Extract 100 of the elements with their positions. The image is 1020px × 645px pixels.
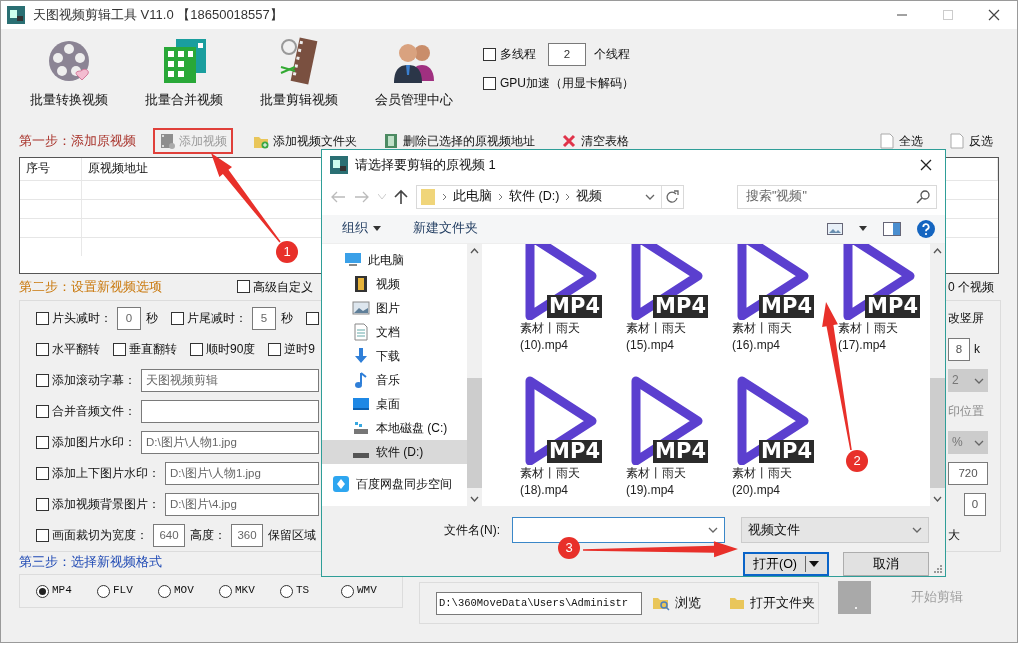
command-button[interactable]: 组织 <box>340 219 383 239</box>
open-button[interactable]: 打开(O) <box>743 552 829 576</box>
scroll-down-icon <box>933 496 942 502</box>
text-field[interactable]: D:\图片\4.jpg <box>165 493 319 516</box>
window-title: 天图视频剪辑工具 V11.0 【18650018557】 <box>33 7 283 23</box>
folder-icon <box>420 188 436 206</box>
checkbox-label: GPU加速（用显卡解码） <box>500 76 634 91</box>
nav-item[interactable]: 本地磁盘 (C:) <box>322 416 467 440</box>
text-field[interactable]: 8 <box>948 338 970 361</box>
nav-item[interactable]: 图片 <box>322 296 467 320</box>
text-field[interactable]: 720 <box>948 462 988 485</box>
nav-item[interactable]: 文档 <box>322 320 467 344</box>
breadcrumb-item[interactable]: 此电脑 <box>453 189 492 205</box>
chevron-down-icon <box>708 527 718 533</box>
nav-item[interactable]: 视频 <box>322 272 467 296</box>
search-field[interactable]: 搜索"视频" <box>737 185 937 209</box>
radio-button[interactable] <box>97 584 110 598</box>
help-icon[interactable] <box>917 219 935 238</box>
checkbox[interactable] <box>483 76 496 90</box>
text-field[interactable] <box>141 400 319 423</box>
nav-item[interactable]: 此电脑 <box>322 248 467 272</box>
browse-button[interactable]: 浏览 <box>650 593 703 613</box>
text-field[interactable]: D:\图片\人物1.jpg <box>141 431 319 454</box>
cancel-button[interactable]: 取消 <box>843 552 929 576</box>
clear-button[interactable]: 清空表格 <box>555 128 635 154</box>
breadcrumb-item[interactable]: 软件 (D:) <box>509 189 560 205</box>
checkbox[interactable] <box>36 529 49 542</box>
section-title: 第一步：添加原视频 <box>19 133 137 149</box>
checkbox[interactable] <box>36 312 49 325</box>
scrollbar[interactable] <box>467 244 482 506</box>
file-item[interactable]: MP4 素材丨雨天 (20).mp4 <box>712 375 818 506</box>
nav-item[interactable]: 桌面 <box>322 392 467 416</box>
film-icon <box>159 133 175 149</box>
breadcrumb-item[interactable]: 视频 <box>576 189 603 205</box>
file-name: 素材丨雨天 (17).mp4 <box>838 320 899 354</box>
text-field[interactable]: 360 <box>231 524 263 547</box>
caret-down-icon <box>373 226 381 232</box>
address-bar[interactable]: 此电脑 软件 (D:) 视频 <box>416 185 684 209</box>
radio-button[interactable] <box>280 584 293 598</box>
command-button[interactable]: 新建文件夹 <box>411 219 480 239</box>
radio-label: MP4 <box>52 584 72 598</box>
file-name-field[interactable] <box>512 517 725 543</box>
nav-item[interactable]: 软件 (D:) <box>322 440 467 464</box>
checkbox[interactable] <box>483 48 496 61</box>
text-field[interactable]: 640 <box>153 524 185 547</box>
checkbox[interactable] <box>36 498 49 511</box>
checkbox[interactable] <box>36 405 49 418</box>
text-field[interactable]: 0 <box>964 493 986 516</box>
file-item[interactable]: MP4 素材丨雨天 (16).mp4 <box>712 244 818 375</box>
checkbox[interactable] <box>36 343 49 356</box>
nav-item[interactable]: 百度网盘同步空间 <box>322 472 467 496</box>
checkbox-label: 片头减时： <box>52 311 112 326</box>
text-field[interactable]: 5 <box>252 307 276 330</box>
checkbox[interactable] <box>36 374 49 387</box>
file-item[interactable]: MP4 素材丨雨天 (10).mp4 <box>500 244 606 375</box>
radio-button[interactable] <box>219 584 232 598</box>
file-type-select[interactable]: 视频文件 <box>741 517 929 543</box>
nav-item[interactable]: 音乐 <box>322 368 467 392</box>
file-type-label: MP4 <box>759 294 814 318</box>
text-field[interactable]: 0 <box>117 307 141 330</box>
checkbox-label: 添加图片水印： <box>52 435 136 450</box>
radio-button[interactable] <box>341 584 354 598</box>
open-folder-button[interactable]: 打开文件夹 <box>727 593 817 613</box>
file-item[interactable]: MP4 素材丨雨天 (15).mp4 <box>606 244 712 375</box>
checkbox-label: 逆时9 <box>284 342 316 357</box>
column-header: 序号 <box>20 158 82 180</box>
select-button[interactable]: 反选 <box>943 128 999 154</box>
checkbox[interactable] <box>171 312 184 325</box>
preview-pane-icon[interactable] <box>883 221 901 236</box>
text-field[interactable]: D:\图片\人物1.jpg <box>165 462 319 485</box>
output-path-field[interactable]: D:\360MoveData\Users\Administr <box>436 591 642 615</box>
thread-count-field[interactable]: 2 <box>548 43 586 66</box>
file-item[interactable]: MP4 素材丨雨天 (19).mp4 <box>606 375 712 506</box>
file-item[interactable]: MP4 素材丨雨天 (18).mp4 <box>500 375 606 506</box>
checkbox[interactable] <box>113 343 126 356</box>
checkbox[interactable] <box>237 280 250 294</box>
radio-button[interactable] <box>36 584 49 598</box>
up-button[interactable] <box>394 189 408 205</box>
nav-item[interactable]: 下载 <box>322 344 467 368</box>
breadcrumb-separator-icon <box>442 193 447 201</box>
checkbox[interactable] <box>36 436 49 449</box>
toolbar-button[interactable]: 批量剪辑视频 <box>241 37 356 108</box>
checkbox-label: 添加视频背景图片： <box>52 497 160 512</box>
scrollbar-thumb[interactable] <box>930 378 945 488</box>
scrollbar[interactable] <box>930 244 945 506</box>
radio-button[interactable] <box>158 584 171 598</box>
resize-grip-icon <box>934 565 942 573</box>
file-item[interactable]: MP4 素材丨雨天 (17).mp4 <box>818 244 924 375</box>
scrollbar-thumb[interactable] <box>467 378 482 488</box>
toolbar-button[interactable]: 批量转换视频 <box>11 37 126 108</box>
checkbox[interactable] <box>268 343 282 356</box>
checkbox[interactable] <box>190 343 203 356</box>
checkbox[interactable] <box>36 467 49 480</box>
checkbox[interactable] <box>306 312 319 325</box>
toolbar-button[interactable]: 批量合并视频 <box>126 37 241 108</box>
text-field[interactable]: 天图视频剪辑 <box>141 369 319 392</box>
checkbox-label: 顺时90度 <box>206 342 256 357</box>
toolbar-button[interactable]: 会员管理中心 <box>356 37 471 108</box>
field-label: 高度： <box>190 528 226 543</box>
select-button[interactable]: 全选 <box>873 128 929 154</box>
